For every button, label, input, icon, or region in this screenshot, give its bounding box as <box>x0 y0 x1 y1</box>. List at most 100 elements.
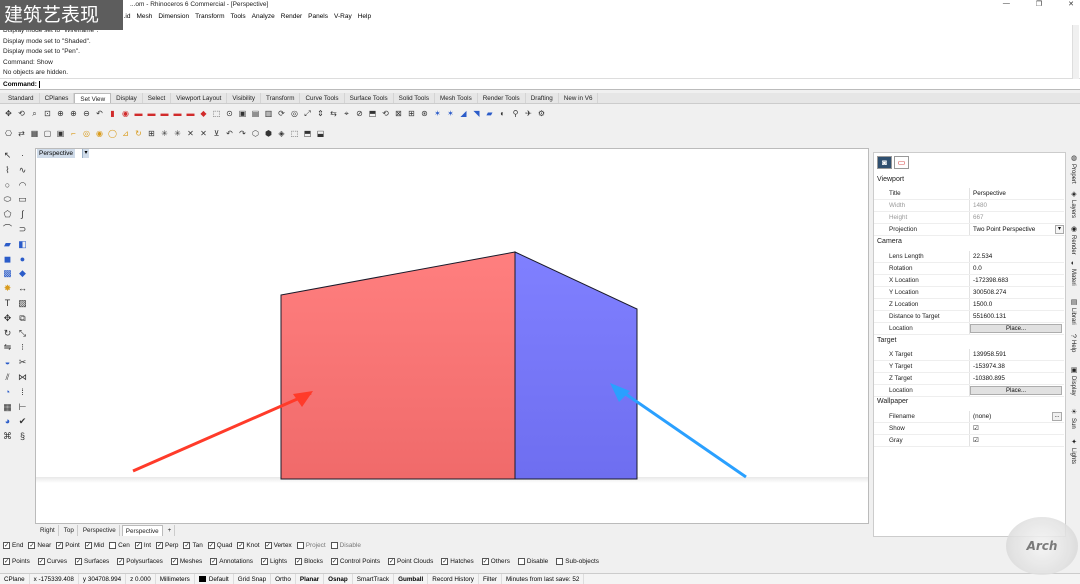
status-filter[interactable]: Filter <box>479 573 502 584</box>
filter-sub-objects[interactable]: Sub-objects <box>556 558 599 565</box>
grid-icon[interactable]: ▦ <box>29 128 40 139</box>
polygon-icon[interactable]: ⬠ <box>2 209 13 220</box>
prop-y-location-value[interactable]: 300508.274 <box>969 287 1064 298</box>
prop-title-value[interactable]: Perspective <box>969 188 1064 199</box>
move-icon[interactable]: ✥ <box>2 313 13 324</box>
cplane-elevation-icon[interactable]: ⊞ <box>146 128 157 139</box>
osnap-int[interactable]: ✓ Int <box>134 542 151 549</box>
fly-icon[interactable]: ✈ <box>523 108 534 119</box>
plan-view-icon[interactable]: ▣ <box>237 108 248 119</box>
filter-hatches[interactable]: ✓ Hatches <box>441 558 474 565</box>
prop-distance-value[interactable]: 551600.131 <box>969 311 1064 322</box>
vptab-perspective-2[interactable]: Perspective <box>121 525 163 536</box>
elevation-view-icon[interactable]: ▤ <box>250 108 261 119</box>
prop-x-location-value[interactable]: -172398.683 <box>969 275 1064 286</box>
side-tab-lights[interactable]: ✦ Lights <box>1067 438 1079 464</box>
cplane-z-icon[interactable]: ⊻ <box>211 128 222 139</box>
zoom-out-icon[interactable]: ⊖ <box>81 108 92 119</box>
vptab-perspective[interactable]: Perspective <box>80 525 120 536</box>
cplane-x-icon[interactable]: ✕ <box>185 128 196 139</box>
tab-render-tools[interactable]: Render Tools <box>478 93 526 103</box>
menu-dimension[interactable]: Dimension <box>158 13 189 20</box>
cplane-rotate-icon[interactable]: ↻ <box>133 128 144 139</box>
filter-control-points[interactable]: ✓ Control Points <box>330 558 380 565</box>
set-view-bottom-icon[interactable]: ▬ <box>146 108 157 119</box>
eye-icon[interactable]: ◐ <box>497 108 508 119</box>
zoom-extents-icon[interactable]: ⌕ <box>29 108 40 119</box>
snapshot-icon[interactable]: ⎔ <box>3 128 14 139</box>
maximize-button[interactable]: ❐ <box>1036 0 1042 8</box>
dolly-icon[interactable]: ⇕ <box>315 108 326 119</box>
zoom-in-icon[interactable]: ⊕ <box>68 108 79 119</box>
osnap-knot[interactable]: ✓ Knot <box>237 542 260 549</box>
tag-icon[interactable]: ⌘ <box>2 431 13 442</box>
tab-new-in-v6[interactable]: New in V6 <box>559 93 599 103</box>
prop-filename-value[interactable]: (none)... <box>969 411 1064 422</box>
cplane-3pt-icon[interactable]: ◎ <box>81 128 92 139</box>
side-tab-help[interactable]: ? Help <box>1067 334 1079 352</box>
render-icon[interactable]: ◕ <box>2 416 13 427</box>
filter-annotations[interactable]: ✓ Annotations <box>210 558 253 565</box>
side-tab-layers[interactable]: ◈ Layers <box>1067 190 1079 218</box>
clip-plane-icon[interactable]: ◢ <box>458 108 469 119</box>
scale-icon[interactable]: ⤡ <box>17 328 28 339</box>
lock-view-icon[interactable]: ⊠ <box>393 108 404 119</box>
status-ortho[interactable]: Ortho <box>271 573 296 584</box>
vptab-top[interactable]: Top <box>61 525 78 536</box>
viewport-perspective[interactable]: Perspective ▾ <box>35 148 869 524</box>
status-layer[interactable]: Default <box>195 573 234 584</box>
cplane-icon[interactable]: ⊞ <box>406 108 417 119</box>
set-view-right-icon[interactable]: ▬ <box>172 108 183 119</box>
menu-vray[interactable]: V-Ray <box>334 13 352 20</box>
target-place-button[interactable]: Place... <box>970 386 1062 395</box>
tab-solid-tools[interactable]: Solid Tools <box>394 93 435 103</box>
walkabout-icon[interactable]: ⇆ <box>328 108 339 119</box>
filter-points[interactable]: ✓ Points <box>3 558 30 565</box>
viewport-title-label[interactable]: Perspective <box>37 149 75 158</box>
vptab-right[interactable]: Right <box>37 525 59 536</box>
star-alt-icon[interactable]: ✶ <box>445 108 456 119</box>
tab-drafting[interactable]: Drafting <box>526 93 559 103</box>
display-mode-icon[interactable]: ▭ <box>894 156 909 169</box>
text-icon[interactable]: T <box>2 298 13 309</box>
mesh-icon[interactable]: ▩ <box>2 268 13 279</box>
mirror-icon[interactable]: ⇋ <box>2 342 13 353</box>
browse-button[interactable]: ... <box>1052 412 1062 421</box>
layout-icon[interactable]: ▦ <box>2 402 13 413</box>
ellipse-icon[interactable]: ⬭ <box>2 194 13 205</box>
grid-dots-icon[interactable]: ⁞ <box>17 387 28 398</box>
script-icon[interactable]: § <box>17 431 28 442</box>
menu-transform[interactable]: Transform <box>195 13 224 20</box>
cplane-3d-icon[interactable]: ⬡ <box>250 128 261 139</box>
status-record-history[interactable]: Record History <box>428 573 479 584</box>
point-icon[interactable]: · <box>17 150 28 161</box>
twist-icon[interactable]: ⟳ <box>276 108 287 119</box>
trim-icon[interactable]: ✂ <box>17 357 28 368</box>
join-icon[interactable]: ⋈ <box>17 372 28 383</box>
osnap-project[interactable]: Project <box>296 542 326 549</box>
star-icon[interactable]: ✶ <box>432 108 443 119</box>
undo-view-icon[interactable]: ↶ <box>94 108 105 119</box>
polyline-icon[interactable]: ⌇ <box>2 165 13 176</box>
arc-icon[interactable]: ◠ <box>17 180 28 191</box>
named-view-icon[interactable]: ▮ <box>107 108 118 119</box>
osnap-vertex[interactable]: ✓ Vertex <box>264 542 292 549</box>
dim-line-icon[interactable]: ⊢ <box>17 402 28 413</box>
cplane-frame-icon[interactable]: ⬚ <box>289 128 300 139</box>
status-grid-snap[interactable]: Grid Snap <box>234 573 272 584</box>
filter-disable[interactable]: Disable <box>517 558 548 565</box>
cplane-redo-icon[interactable]: ↷ <box>237 128 248 139</box>
prop-y-target-value[interactable]: -153974.38 <box>969 361 1064 372</box>
box-icon[interactable]: ◼ <box>2 254 13 265</box>
settings-icon[interactable]: ⚙ <box>536 108 547 119</box>
prop-z-location-value[interactable]: 1500.0 <box>969 299 1064 310</box>
hatch-icon[interactable]: ▨ <box>17 298 28 309</box>
cplane-axis-icon[interactable]: ⬒ <box>302 128 313 139</box>
add-viewport-button[interactable]: + <box>165 525 176 536</box>
side-tab-sun[interactable]: ☀ Sun <box>1067 408 1079 429</box>
osnap-perp[interactable]: ✓ Perp <box>155 542 178 549</box>
osnap-near[interactable]: ✓ Near <box>28 542 51 549</box>
osnap-disable[interactable]: Disable <box>330 542 361 549</box>
filter-lights[interactable]: ✓ Lights <box>261 558 287 565</box>
analyze-icon[interactable]: ◔ <box>2 387 13 398</box>
